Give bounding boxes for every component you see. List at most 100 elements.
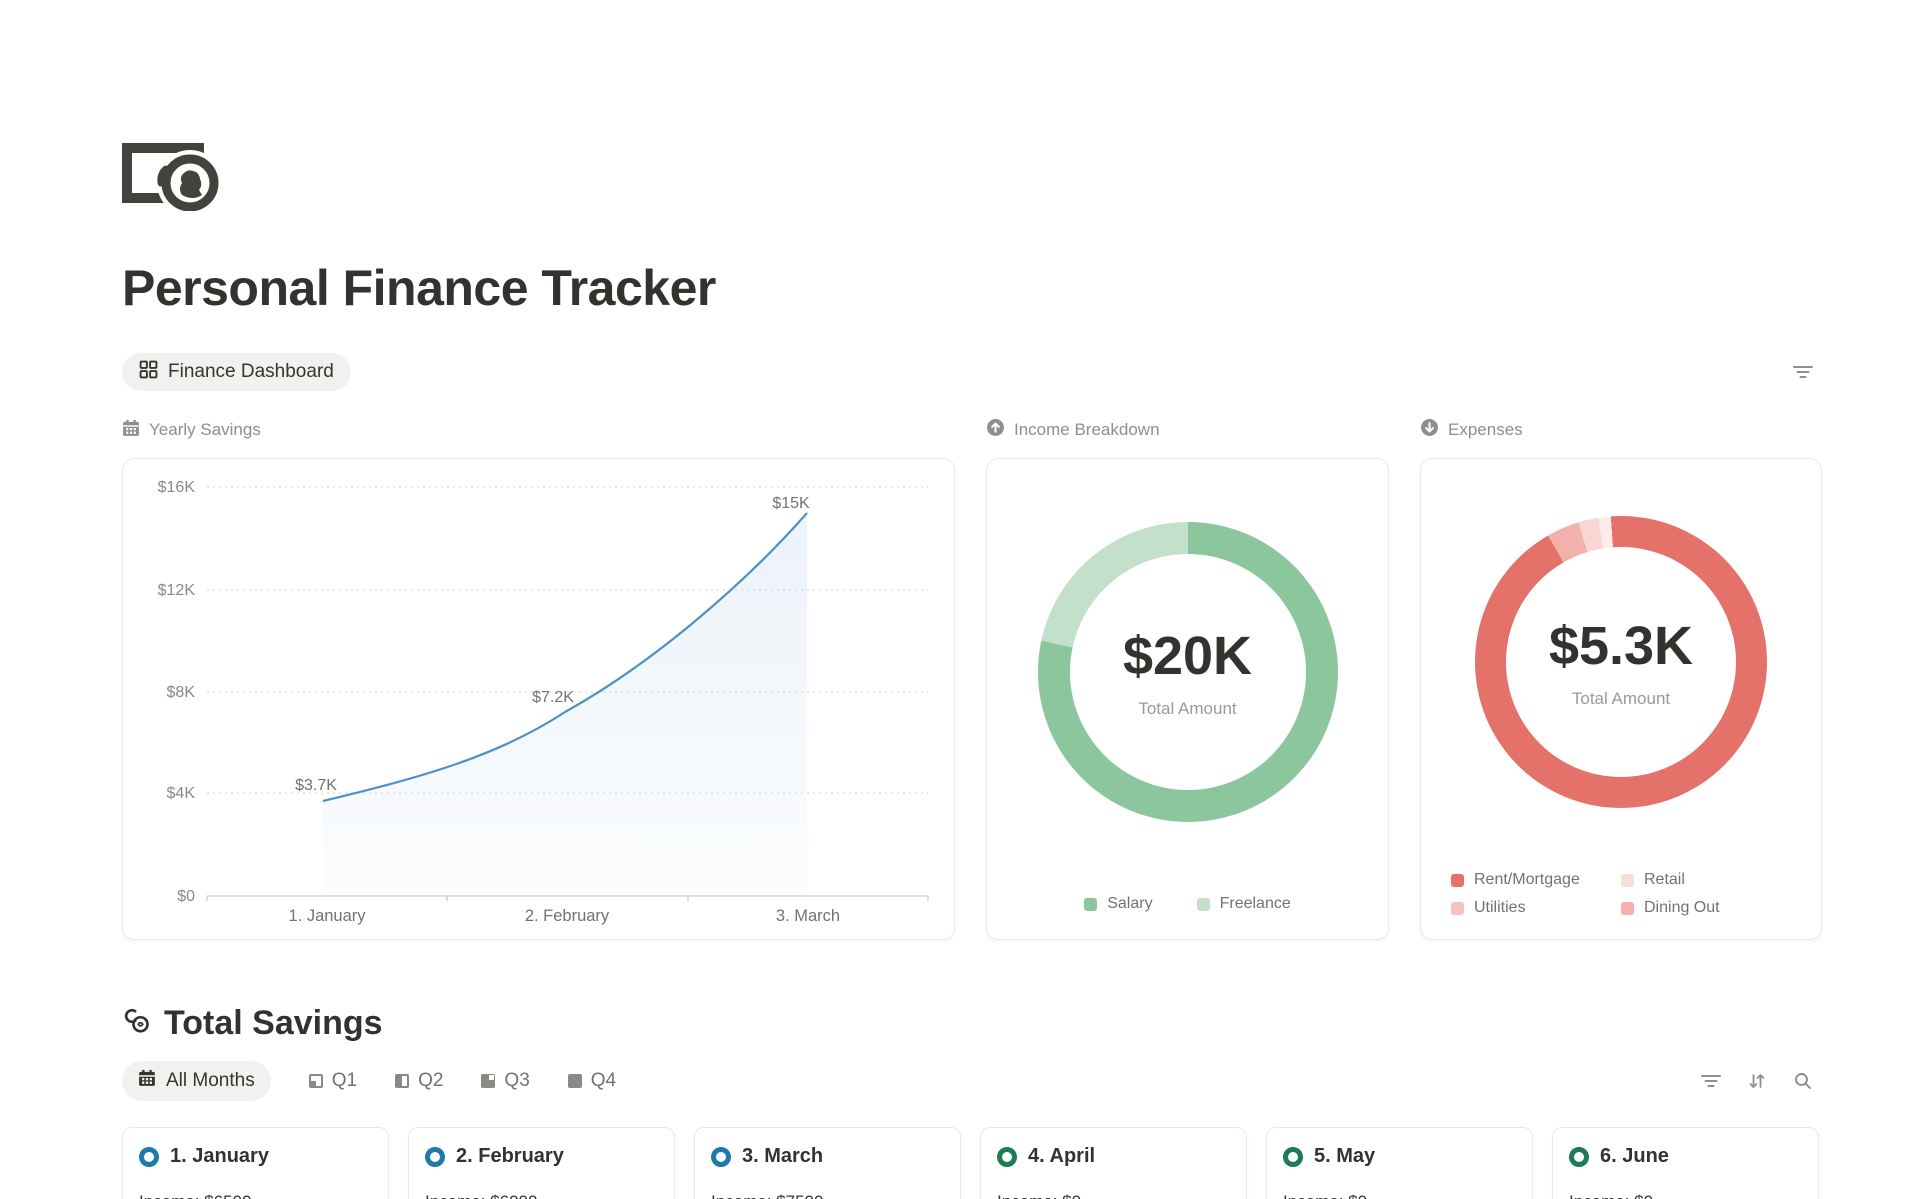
month-card-income: Income: $7500	[711, 1192, 944, 1199]
grid-view-icon	[139, 360, 158, 385]
filter-q3-label: Q3	[504, 1070, 529, 1092]
page-title: Personal Finance Tracker	[122, 259, 1820, 317]
filter-q3[interactable]: Q3	[481, 1070, 529, 1092]
filter-q1[interactable]: Q1	[309, 1070, 357, 1092]
month-card-income: Income: $0	[1283, 1192, 1516, 1199]
income-breakdown-header: Income Breakdown	[986, 419, 1389, 441]
expenses-column: Expenses $5.3K Total Amount Rent/Mortgag…	[1420, 419, 1822, 940]
expenses-total-caption: Total Amount	[1572, 689, 1670, 709]
month-card-title: 5. May	[1314, 1145, 1375, 1168]
salary-swatch	[1084, 898, 1097, 911]
yearly-savings-chart-card: $16K $12K $8K $4K $0 1. January	[122, 458, 955, 940]
rent-swatch	[1451, 874, 1464, 887]
expenses-header: Expenses	[1420, 419, 1822, 441]
expenses-donut-chart: $5.3K Total Amount	[1475, 516, 1767, 808]
quarter-1-icon	[309, 1074, 323, 1088]
yearly-savings-column: Yearly Savings	[122, 419, 955, 940]
status-ring-icon	[425, 1147, 445, 1167]
income-total-caption: Total Amount	[1138, 699, 1236, 719]
x-label-march: 3. March	[776, 907, 840, 925]
utilities-swatch	[1451, 902, 1464, 915]
freelance-swatch	[1197, 898, 1210, 911]
coins-icon	[122, 1006, 152, 1041]
yearly-savings-header: Yearly Savings	[122, 419, 955, 441]
income-total: $20K	[1123, 625, 1252, 687]
filter-q1-label: Q1	[332, 1070, 357, 1092]
month-card-title: 6. June	[1600, 1145, 1669, 1168]
expenses-card: $5.3K Total Amount Rent/Mortgage Retail	[1420, 458, 1822, 940]
legend-item-salary: Salary	[1084, 895, 1152, 913]
tab-finance-dashboard[interactable]: Finance Dashboard	[122, 353, 351, 391]
month-card-january[interactable]: 1. January Income: $6500	[122, 1127, 389, 1199]
status-ring-icon	[139, 1147, 159, 1167]
month-card-title: 2. February	[456, 1145, 564, 1168]
yearly-savings-title: Yearly Savings	[149, 420, 261, 440]
income-legend: Salary Freelance	[1084, 895, 1291, 913]
status-ring-icon	[1569, 1147, 1589, 1167]
y-tick-12k: $12K	[158, 582, 196, 599]
quarter-4-icon	[568, 1074, 582, 1088]
legend-item-utilities: Utilities	[1451, 899, 1621, 917]
x-label-february: 2. February	[525, 907, 610, 925]
income-breakdown-column: Income Breakdown $20K Total Amount Salar…	[986, 419, 1389, 940]
expenses-title: Expenses	[1448, 420, 1523, 440]
utilities-label: Utilities	[1474, 899, 1526, 917]
view-tabbar: Finance Dashboard	[122, 353, 1820, 391]
month-card-income: Income: $6000	[425, 1192, 658, 1199]
tab-label: Finance Dashboard	[168, 361, 334, 383]
quarter-2-icon	[395, 1074, 409, 1088]
yearly-savings-line-chart: $16K $12K $8K $4K $0 1. January	[123, 459, 955, 940]
arrow-down-circle-icon	[1420, 418, 1439, 442]
money-bill-icon[interactable]	[122, 143, 222, 211]
salary-label: Salary	[1107, 895, 1152, 913]
savings-filter-row: All Months Q1 Q2 Q3 Q4	[122, 1061, 1820, 1101]
quarter-3-icon	[481, 1074, 495, 1088]
status-ring-icon	[997, 1147, 1017, 1167]
filter-icon[interactable]	[1786, 355, 1820, 389]
month-card-title: 3. March	[742, 1145, 823, 1168]
income-donut-center: $20K Total Amount	[1038, 522, 1338, 822]
month-card-title: 1. January	[170, 1145, 269, 1168]
retail-label: Retail	[1644, 871, 1685, 889]
expenses-total: $5.3K	[1549, 615, 1693, 677]
filter-icon[interactable]	[1694, 1064, 1728, 1098]
legend-item-freelance: Freelance	[1197, 895, 1291, 913]
income-breakdown-title: Income Breakdown	[1014, 420, 1160, 440]
calendar-icon	[138, 1069, 156, 1093]
month-card-may[interactable]: 5. May Income: $0	[1266, 1127, 1533, 1199]
y-tick-8k: $8K	[167, 684, 196, 701]
y-tick-16k: $16K	[158, 479, 196, 496]
month-card-income: Income: $0	[997, 1192, 1230, 1199]
month-card-income: Income: $0	[1569, 1192, 1802, 1199]
month-card-march[interactable]: 3. March Income: $7500	[694, 1127, 961, 1199]
status-ring-icon	[711, 1147, 731, 1167]
savings-toolbar-icons	[1694, 1064, 1820, 1098]
filter-q4[interactable]: Q4	[568, 1070, 616, 1092]
arrow-up-circle-icon	[986, 418, 1005, 442]
legend-item-retail: Retail	[1621, 871, 1791, 889]
dining-swatch	[1621, 902, 1634, 915]
expenses-legend: Rent/Mortgage Retail Utilities Dining Ou…	[1451, 871, 1791, 917]
month-card-april[interactable]: 4. April Income: $0	[980, 1127, 1247, 1199]
legend-item-dining: Dining Out	[1621, 899, 1791, 917]
total-savings-title: Total Savings	[164, 1004, 383, 1043]
month-card-income: Income: $6500	[139, 1192, 372, 1199]
filter-all-months-label: All Months	[166, 1070, 255, 1092]
sort-icon[interactable]	[1740, 1064, 1774, 1098]
point-label-march: $15K	[772, 495, 810, 512]
status-ring-icon	[1283, 1147, 1303, 1167]
month-card-february[interactable]: 2. February Income: $6000	[408, 1127, 675, 1199]
search-icon[interactable]	[1786, 1064, 1820, 1098]
filter-all-months[interactable]: All Months	[122, 1061, 271, 1101]
dashboard-charts-row: Yearly Savings	[122, 419, 1820, 940]
filter-q2[interactable]: Q2	[395, 1070, 443, 1092]
total-savings-header: Total Savings	[122, 1004, 1820, 1043]
months-grid: 1. January Income: $6500 2. February Inc…	[122, 1127, 1820, 1199]
filter-q2-label: Q2	[418, 1070, 443, 1092]
month-card-june[interactable]: 6. June Income: $0	[1552, 1127, 1819, 1199]
income-breakdown-card: $20K Total Amount Salary Freelance	[986, 458, 1389, 940]
rent-label: Rent/Mortgage	[1474, 871, 1580, 889]
point-label-february: $7.2K	[532, 689, 574, 706]
month-card-title: 4. April	[1028, 1145, 1095, 1168]
legend-item-rent: Rent/Mortgage	[1451, 871, 1621, 889]
